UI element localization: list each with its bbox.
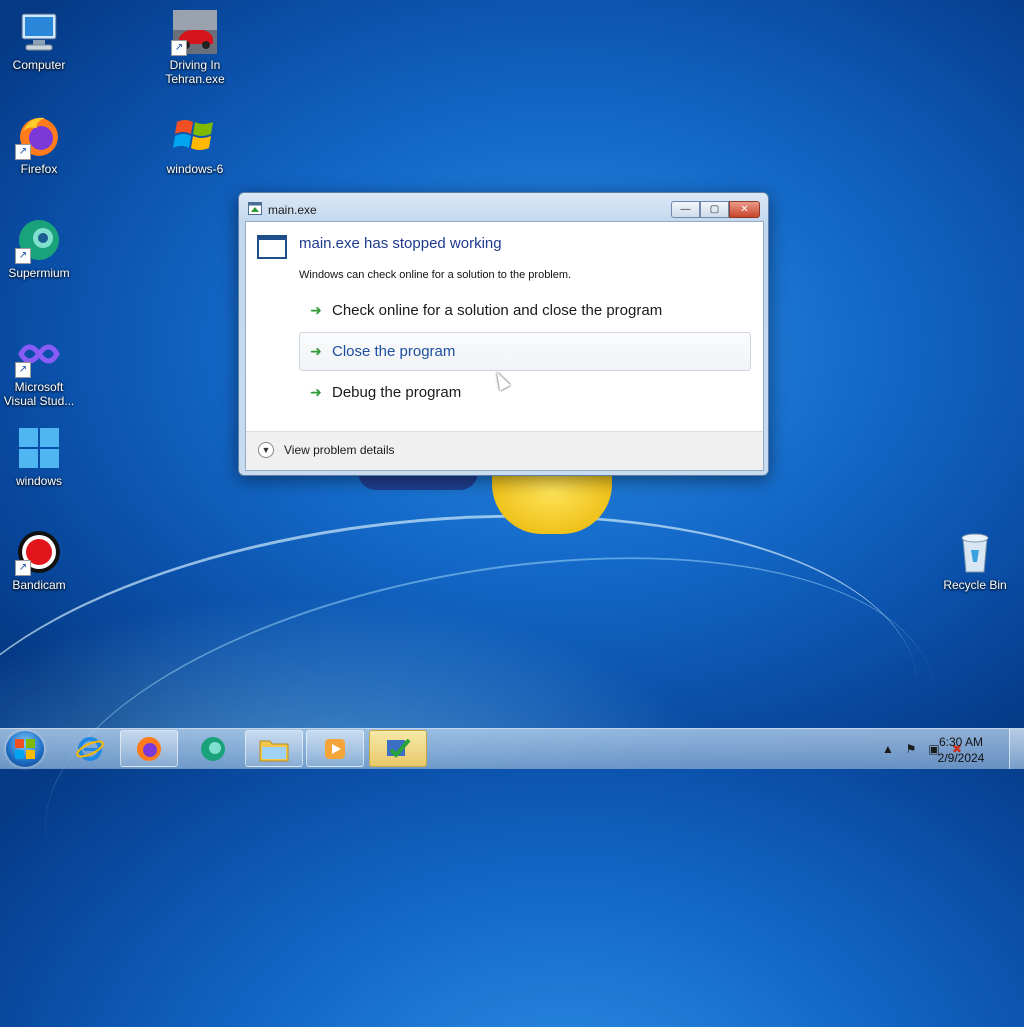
windows-logo-icon bbox=[15, 424, 63, 472]
clock-time: 6:30 AM bbox=[938, 735, 984, 749]
application-window-icon bbox=[257, 235, 287, 259]
green-arrow-icon: ➜ bbox=[310, 302, 322, 318]
recycle-bin-icon bbox=[951, 528, 999, 576]
dialog-title: main.exe bbox=[268, 203, 317, 217]
shortcut-arrow-icon: ↗ bbox=[15, 362, 31, 378]
taskbar-supermium[interactable] bbox=[184, 730, 242, 767]
car-image-icon: ↗ bbox=[171, 8, 219, 56]
desktop-icon-label: windows bbox=[15, 474, 63, 488]
program-window-icon bbox=[248, 202, 262, 215]
computer-icon bbox=[15, 8, 63, 56]
desktop-icon-windows[interactable]: windows bbox=[1, 424, 77, 488]
crash-dialog: main.exe — ▢ ✕ main.exe has stopped work… bbox=[238, 192, 769, 476]
close-button[interactable]: ✕ bbox=[729, 201, 760, 218]
shortcut-arrow-icon: ↗ bbox=[15, 560, 31, 576]
bandicam-record-icon: ↗ bbox=[15, 528, 63, 576]
desktop-icon-firefox[interactable]: ↗ Firefox bbox=[1, 112, 77, 176]
desktop-icon-label: Microsoft Visual Stud... bbox=[3, 380, 75, 408]
desktop-icon-label: windows-6 bbox=[166, 162, 224, 176]
chevron-down-icon[interactable]: ▼ bbox=[258, 442, 274, 458]
desktop-icon-windows-6[interactable]: windows-6 bbox=[157, 112, 233, 176]
desktop-icon-bandicam[interactable]: ↗ Bandicam bbox=[1, 528, 77, 592]
minimize-button[interactable]: — bbox=[671, 201, 700, 218]
supermium-icon bbox=[201, 736, 225, 761]
taskbar-clock[interactable]: 6:30 AM 2/9/2024 bbox=[926, 734, 996, 766]
desktop-icon-label: Driving In Tehran.exe bbox=[165, 58, 225, 86]
desktop-icon-computer[interactable]: Computer bbox=[1, 8, 77, 72]
view-problem-details-link[interactable]: View problem details bbox=[284, 443, 395, 457]
debug-program-option[interactable]: ➜ Debug the program bbox=[299, 373, 751, 412]
option-label: Debug the program bbox=[332, 384, 462, 401]
check-online-option[interactable]: ➜ Check online for a solution and close … bbox=[299, 291, 751, 330]
visual-studio-icon: ↗ bbox=[15, 330, 63, 378]
taskbar: ▲ ⚑ ▣ ✖ 6:30 AM 2/9/2024 bbox=[0, 728, 1024, 769]
taskbar-firefox[interactable] bbox=[120, 730, 178, 767]
desktop-icon-label: Recycle Bin bbox=[943, 578, 1007, 592]
desktop-icon-label: Supermium bbox=[8, 266, 70, 280]
desktop-icon-recycle-bin[interactable]: Recycle Bin bbox=[937, 528, 1013, 592]
taskbar-media-player[interactable] bbox=[306, 730, 364, 767]
desktop-icon-driving-in-tehran[interactable]: ↗ Driving In Tehran.exe bbox=[157, 8, 233, 86]
folder-icon bbox=[259, 740, 289, 761]
option-label: Check online for a solution and close th… bbox=[332, 302, 663, 319]
close-program-option[interactable]: ➜ Close the program bbox=[299, 332, 751, 371]
windows-orb-icon bbox=[15, 739, 35, 759]
taskbar-file-explorer[interactable] bbox=[245, 730, 303, 767]
green-arrow-icon: ➜ bbox=[310, 384, 322, 400]
windows-flag-icon bbox=[171, 112, 219, 160]
shortcut-arrow-icon: ↗ bbox=[171, 40, 187, 56]
firefox-icon bbox=[137, 736, 161, 761]
green-arrow-icon: ➜ bbox=[310, 343, 322, 359]
supermium-icon: ↗ bbox=[15, 216, 63, 264]
start-button[interactable] bbox=[6, 731, 44, 767]
window-controls: — ▢ ✕ bbox=[671, 201, 760, 218]
error-message: Windows can check online for a solution … bbox=[299, 269, 572, 281]
dialog-titlebar[interactable]: main.exe — ▢ ✕ bbox=[239, 193, 768, 223]
show-desktop-button[interactable] bbox=[1009, 729, 1024, 769]
dialog-content: main.exe has stopped working Windows can… bbox=[245, 221, 764, 471]
option-label: Close the program bbox=[332, 343, 456, 360]
action-center-flag-icon[interactable]: ⚑ bbox=[904, 742, 918, 756]
dialog-footer: ▼ View problem details bbox=[246, 431, 763, 470]
desktop-icon-label: Bandicam bbox=[12, 578, 66, 592]
desktop-icon-label: Firefox bbox=[20, 162, 58, 176]
media-player-icon bbox=[325, 738, 345, 759]
internet-explorer-icon bbox=[76, 736, 104, 761]
maximize-button[interactable]: ▢ bbox=[700, 201, 729, 218]
taskbar-internet-explorer[interactable] bbox=[61, 730, 119, 767]
firefox-icon: ↗ bbox=[15, 112, 63, 160]
clock-date: 2/9/2024 bbox=[937, 751, 985, 765]
taskbar-crash-reporter[interactable] bbox=[369, 730, 427, 767]
shortcut-arrow-icon: ↗ bbox=[15, 248, 31, 264]
wallpaper-logo-yellow bbox=[492, 472, 612, 534]
desktop-icon-visual-studio[interactable]: ↗ Microsoft Visual Stud... bbox=[1, 330, 77, 408]
error-headline: main.exe has stopped working bbox=[299, 235, 502, 252]
problem-reports-icon bbox=[387, 738, 411, 758]
show-hidden-icons-icon[interactable]: ▲ bbox=[881, 742, 895, 756]
desktop-icon-label: Computer bbox=[12, 58, 66, 72]
shortcut-arrow-icon: ↗ bbox=[15, 144, 31, 160]
desktop-icon-supermium[interactable]: ↗ Supermium bbox=[1, 216, 77, 280]
